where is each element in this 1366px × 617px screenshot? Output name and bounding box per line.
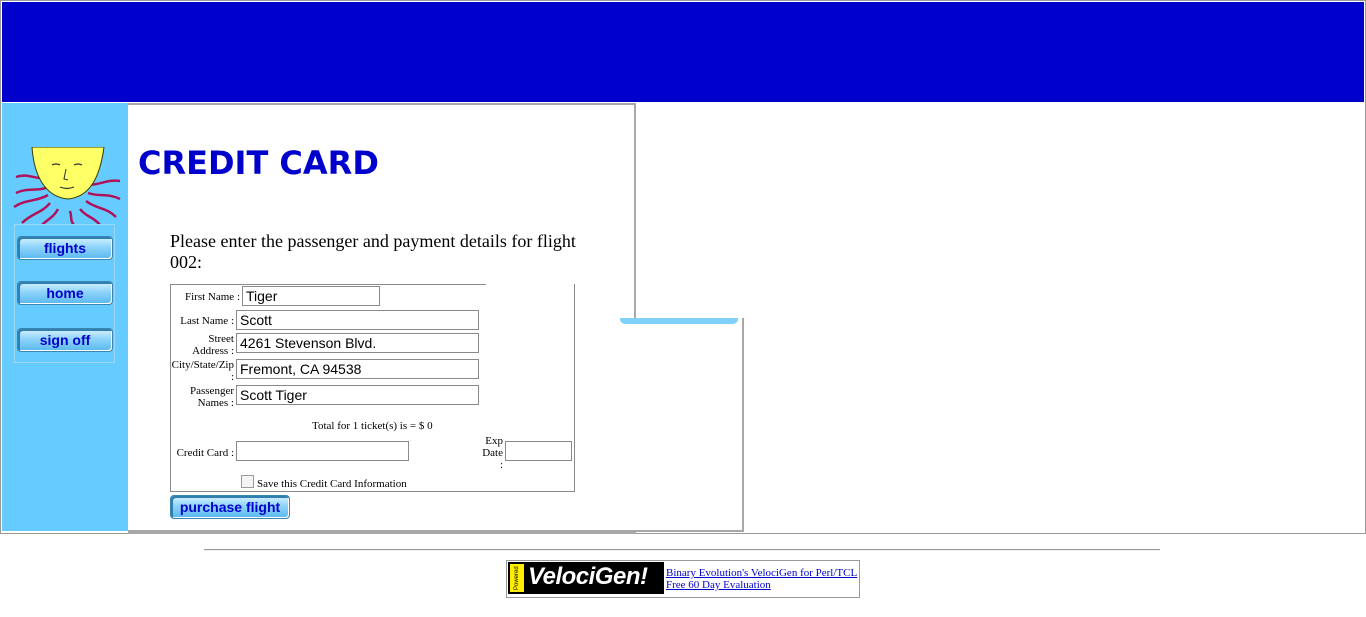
- purchase-flight-button[interactable]: purchase flight: [170, 495, 290, 519]
- first-name-label: First Name :: [185, 291, 240, 303]
- sidebar: flights home sign off: [2, 103, 128, 531]
- velocigen-link[interactable]: Binary Evolution's VelociGen for Perl/TC…: [666, 567, 857, 579]
- home-button[interactable]: home: [17, 281, 113, 305]
- sun-logo: [13, 147, 121, 225]
- exp-date-label: Exp Date:: [482, 435, 503, 471]
- credit-card-field[interactable]: [236, 441, 409, 461]
- save-card-label: Save this Credit Card Information: [257, 478, 407, 490]
- flights-button[interactable]: flights: [17, 236, 113, 260]
- intro-text: Please enter the passenger and payment d…: [170, 231, 576, 272]
- city-state-zip-label: City/State/Zip:: [171, 359, 234, 383]
- velocigen-logo[interactable]: Powered By VelociGen!: [508, 562, 664, 594]
- last-name-label: Last Name :: [180, 315, 234, 327]
- footer-divider: [204, 549, 1160, 551]
- save-card-checkbox[interactable]: [241, 475, 254, 488]
- exp-date-field[interactable]: [505, 441, 572, 461]
- ghost-button-artifact: [620, 318, 738, 324]
- city-state-zip-field[interactable]: [236, 359, 479, 379]
- page-title: CREDIT CARD: [138, 144, 379, 182]
- header-banner: [2, 2, 1364, 102]
- last-name-field[interactable]: [236, 310, 479, 330]
- free-evaluation-link[interactable]: Free 60 Day Evaluation: [666, 579, 771, 591]
- sign-off-button[interactable]: sign off: [17, 328, 113, 352]
- street-address-label: Street Address :: [192, 333, 234, 357]
- velocigen-logo-text: VelociGen!: [528, 563, 648, 590]
- first-name-field[interactable]: [242, 286, 380, 306]
- nav-box: flights home sign off: [14, 224, 115, 363]
- passenger-names-label: Passenger Names :: [190, 385, 234, 409]
- total-text: Total for 1 ticket(s) is = $ 0: [312, 420, 433, 432]
- passenger-names-field[interactable]: [236, 385, 479, 405]
- powered-by-badge: Powered By: [510, 564, 534, 592]
- street-address-field[interactable]: [236, 333, 479, 353]
- credit-card-label: Credit Card :: [176, 447, 234, 459]
